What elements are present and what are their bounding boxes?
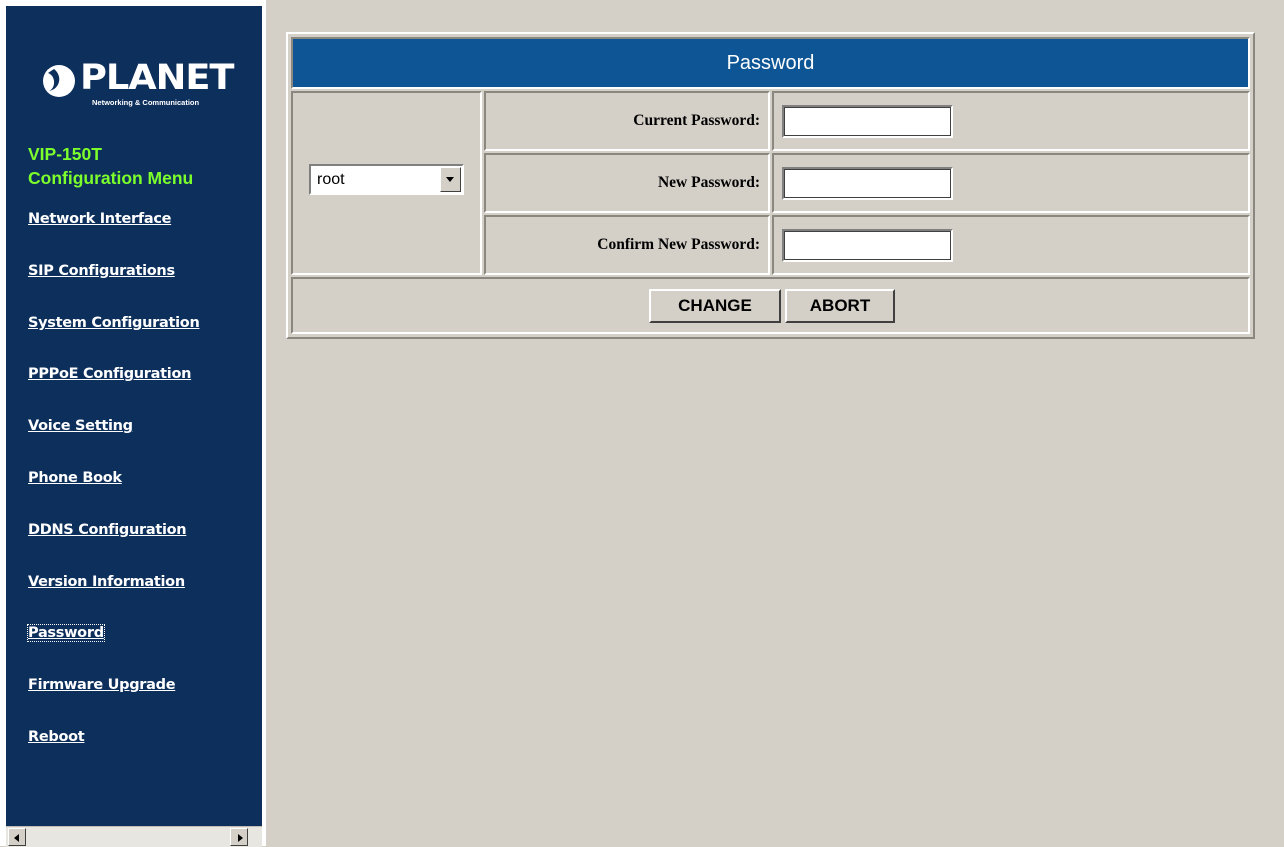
new-password-label: New Password: <box>484 153 770 213</box>
panel-title: Password <box>291 37 1250 89</box>
new-password-cell <box>772 153 1250 213</box>
planet-logo: PLANET Networking & Communication <box>42 58 242 110</box>
current-password-cell <box>772 91 1250 151</box>
confirm-password-label: Confirm New Password: <box>484 215 770 275</box>
nav-password[interactable]: Password <box>27 624 105 642</box>
arrow-right-icon <box>238 834 243 842</box>
scroll-left-button[interactable] <box>8 828 26 846</box>
menu-title-model: VIP-150T <box>28 144 102 164</box>
nav-firmware-upgrade[interactable]: Firmware Upgrade <box>28 677 176 693</box>
logo-tagline: Networking & Communication <box>92 98 200 107</box>
nav-ddns-configuration[interactable]: DDNS Configuration <box>28 522 187 538</box>
menu-title-heading: Configuration Menu <box>28 168 194 188</box>
confirm-password-cell <box>772 215 1250 275</box>
nav-sip-configurations[interactable]: SIP Configurations <box>28 263 175 279</box>
password-panel: Password root Current Password: New Pass… <box>286 32 1255 339</box>
sidebar-frame: PLANET Networking & Communication VIP-15… <box>0 0 266 847</box>
scrollbar-thumb[interactable] <box>44 828 226 846</box>
button-row: CHANGE ABORT <box>291 277 1250 334</box>
user-select-cell: root <box>291 91 482 275</box>
menu-title: VIP-150T Configuration Menu <box>28 142 258 190</box>
arrow-left-icon <box>14 834 19 842</box>
chevron-down-icon <box>446 177 454 182</box>
scroll-right-button[interactable] <box>230 828 248 846</box>
abort-button[interactable]: ABORT <box>785 289 895 323</box>
sidebar: PLANET Networking & Communication VIP-15… <box>6 6 262 846</box>
confirm-password-input[interactable] <box>782 228 953 262</box>
current-password-input[interactable] <box>782 104 953 138</box>
nav-system-configuration[interactable]: System Configuration <box>28 315 200 331</box>
new-password-input[interactable] <box>782 166 953 200</box>
planet-logo-icon <box>43 65 75 97</box>
user-select-value: root <box>317 171 345 188</box>
nav-pppoe-configuration[interactable]: PPPoE Configuration <box>28 366 191 382</box>
nav-network-interface[interactable]: Network Interface <box>28 211 171 227</box>
nav-reboot[interactable]: Reboot <box>28 729 85 745</box>
user-select[interactable]: root <box>309 164 464 195</box>
change-button[interactable]: CHANGE <box>649 289 781 323</box>
current-password-label: Current Password: <box>484 91 770 151</box>
logo-wordmark: PLANET <box>80 58 234 98</box>
user-select-dropdown-button[interactable] <box>440 167 461 192</box>
nav-version-information[interactable]: Version Information <box>28 574 185 590</box>
sidebar-horizontal-scrollbar[interactable] <box>6 826 262 847</box>
nav-phone-book[interactable]: Phone Book <box>28 470 122 486</box>
nav-voice-setting[interactable]: Voice Setting <box>28 418 133 434</box>
